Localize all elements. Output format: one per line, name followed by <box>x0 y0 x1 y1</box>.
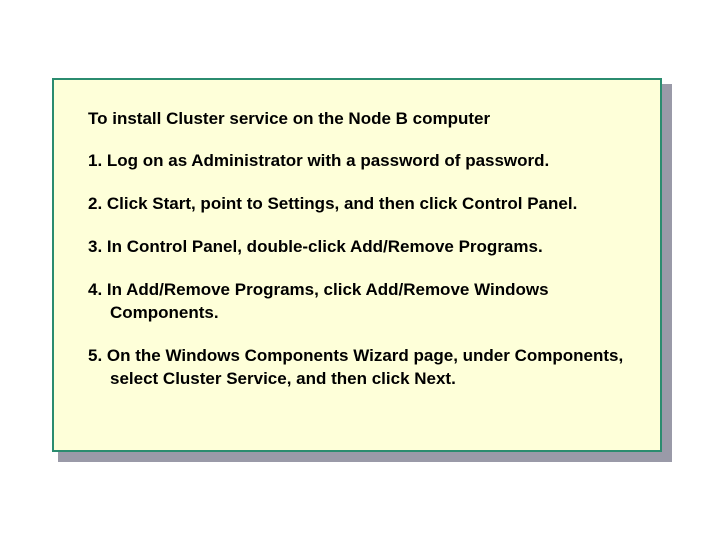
step-2: 2. Click Start, point to Settings, and t… <box>88 193 634 216</box>
step-4: 4. In Add/Remove Programs, click Add/Rem… <box>88 279 634 325</box>
step-3: 3. In Control Panel, double-click Add/Re… <box>88 236 634 259</box>
step-1: 1. Log on as Administrator with a passwo… <box>88 150 634 173</box>
step-5: 5. On the Windows Components Wizard page… <box>88 345 634 391</box>
instruction-panel: To install Cluster service on the Node B… <box>52 78 662 452</box>
panel-title: To install Cluster service on the Node B… <box>88 108 634 130</box>
